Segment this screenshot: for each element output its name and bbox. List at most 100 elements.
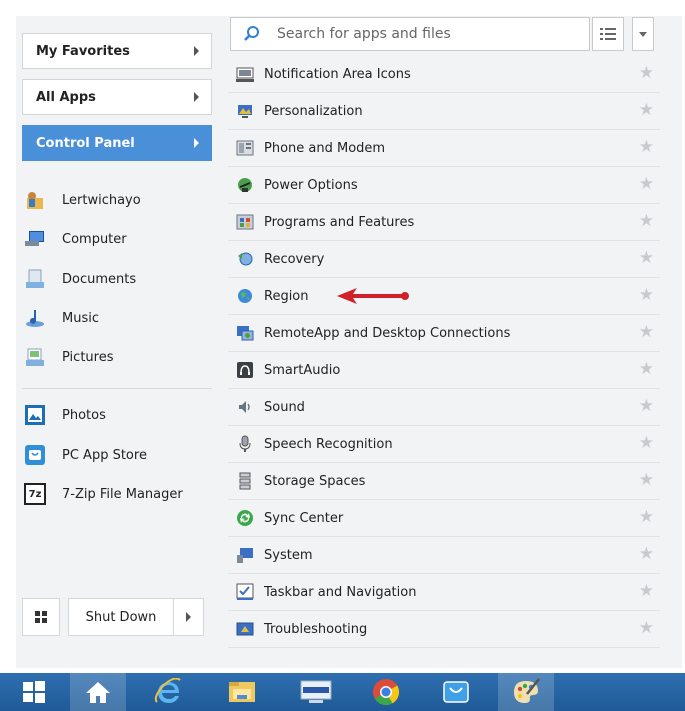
start-button[interactable] xyxy=(6,673,62,711)
taskbar-chrome-button[interactable] xyxy=(358,673,414,711)
list-item-label: Programs and Features xyxy=(264,214,415,230)
search-box xyxy=(230,17,590,51)
list-item-label: Sound xyxy=(264,399,305,415)
list-item-programs-and-features[interactable]: Programs and Features ★ xyxy=(228,204,660,241)
list-item-recovery[interactable]: Recovery ★ xyxy=(228,241,660,278)
place-documents[interactable]: Documents xyxy=(22,261,212,297)
all-apps-label: All Apps xyxy=(36,89,96,105)
list-item-label: Speech Recognition xyxy=(264,436,393,452)
app-photos[interactable]: Photos xyxy=(22,397,212,433)
app-label: Photos xyxy=(62,407,106,423)
file-explorer-icon xyxy=(229,682,255,702)
list-item-region[interactable]: Region ★ xyxy=(228,278,660,315)
programs-features-icon xyxy=(236,214,254,230)
chrome-icon xyxy=(373,679,400,706)
list-item-sync-center[interactable]: Sync Center ★ xyxy=(228,500,660,537)
app-label: 7-Zip File Manager xyxy=(62,486,183,502)
list-item-smartaudio[interactable]: SmartAudio ★ xyxy=(228,352,660,389)
arrow-right-icon xyxy=(194,92,199,102)
list-item-label: Sync Center xyxy=(264,510,344,526)
favorite-star-icon[interactable]: ★ xyxy=(639,361,654,378)
favorite-star-icon[interactable]: ★ xyxy=(639,324,654,341)
remoteapp-icon xyxy=(237,326,254,341)
favorite-star-icon[interactable]: ★ xyxy=(639,287,654,304)
system-icon xyxy=(237,548,253,563)
favorite-star-icon[interactable]: ★ xyxy=(639,435,654,452)
pictures-icon xyxy=(26,348,44,366)
list-item-label: Recovery xyxy=(264,251,325,267)
arrow-right-icon xyxy=(186,612,191,622)
list-item-speech-recognition[interactable]: Speech Recognition ★ xyxy=(228,426,660,463)
all-apps-grid-button[interactable] xyxy=(22,598,60,636)
user-folder-icon xyxy=(27,192,43,209)
list-item-remoteapp[interactable]: RemoteApp and Desktop Connections ★ xyxy=(228,315,660,352)
list-item-personalization[interactable]: Personalization ★ xyxy=(228,93,660,130)
search-input[interactable] xyxy=(275,25,579,43)
favorite-star-icon[interactable]: ★ xyxy=(639,176,654,193)
favorite-star-icon[interactable]: ★ xyxy=(639,583,654,600)
taskbar-lenovo-button[interactable] xyxy=(288,673,344,711)
list-item-notification-area-icons[interactable]: Notification Area Icons ★ xyxy=(228,56,660,93)
power-options-icon xyxy=(238,178,252,192)
place-user-folder[interactable]: Lertwichayo xyxy=(22,182,212,218)
favorite-star-icon[interactable]: ★ xyxy=(639,398,654,415)
recovery-icon xyxy=(238,252,253,266)
list-item-taskbar-and-navigation[interactable]: Taskbar and Navigation ★ xyxy=(228,574,660,611)
favorite-star-icon[interactable]: ★ xyxy=(639,250,654,267)
list-item-storage-spaces[interactable]: Storage Spaces ★ xyxy=(228,463,660,500)
shut-down-options-button[interactable] xyxy=(174,598,204,636)
taskbar-paint-button[interactable] xyxy=(498,673,554,711)
internet-explorer-icon xyxy=(154,678,181,703)
app-store-icon xyxy=(25,445,45,465)
control-panel-button[interactable]: Control Panel xyxy=(22,125,212,161)
favorite-star-icon[interactable]: ★ xyxy=(639,472,654,489)
favorite-star-icon[interactable]: ★ xyxy=(639,213,654,230)
shut-down-button[interactable]: Shut Down xyxy=(68,598,174,636)
place-pictures[interactable]: Pictures xyxy=(22,339,212,375)
app-pc-app-store[interactable]: PC App Store xyxy=(22,437,212,473)
photos-icon xyxy=(25,405,45,425)
music-icon xyxy=(26,310,44,327)
taskbar-home-button[interactable] xyxy=(70,673,126,711)
personalization-icon xyxy=(238,105,252,118)
favorite-star-icon[interactable]: ★ xyxy=(639,102,654,119)
favorite-star-icon[interactable]: ★ xyxy=(639,546,654,563)
chevron-down-icon xyxy=(639,31,647,37)
list-view-icon xyxy=(600,28,616,40)
storage-spaces-icon xyxy=(239,472,251,490)
list-item-phone-and-modem[interactable]: Phone and Modem ★ xyxy=(228,130,660,167)
list-item-label: System xyxy=(264,547,313,563)
favorite-star-icon[interactable]: ★ xyxy=(639,65,654,82)
store-icon xyxy=(443,681,469,703)
place-music[interactable]: Music xyxy=(22,300,212,336)
app-7zip[interactable]: 7z 7-Zip File Manager xyxy=(22,476,212,512)
list-item-sound[interactable]: Sound ★ xyxy=(228,389,660,426)
shutdown-bar: Shut Down xyxy=(22,598,204,636)
search-options-dropdown[interactable] xyxy=(632,17,654,51)
favorite-star-icon[interactable]: ★ xyxy=(639,509,654,526)
favorite-star-icon[interactable]: ★ xyxy=(639,139,654,156)
favorite-star-icon[interactable]: ★ xyxy=(639,620,654,637)
home-icon xyxy=(86,682,110,703)
list-item-label: Region xyxy=(264,288,309,304)
place-label: Music xyxy=(62,310,99,326)
my-favorites-button[interactable]: My Favorites xyxy=(22,33,212,69)
list-item-label: Notification Area Icons xyxy=(264,66,411,82)
list-item-label: Power Options xyxy=(264,177,358,193)
paint-icon xyxy=(514,678,540,703)
windows-start-icon xyxy=(23,681,45,703)
taskbar-ie-button[interactable] xyxy=(140,673,196,711)
list-item-system[interactable]: System ★ xyxy=(228,537,660,574)
view-mode-button[interactable] xyxy=(592,17,624,51)
list-item-troubleshooting[interactable]: Troubleshooting ★ xyxy=(228,611,660,648)
list-item-label: Troubleshooting xyxy=(264,621,368,637)
taskbar-explorer-button[interactable] xyxy=(214,673,270,711)
shut-down-label: Shut Down xyxy=(85,609,157,625)
control-panel-label: Control Panel xyxy=(36,135,135,151)
left-divider xyxy=(22,388,212,389)
taskbar-store-button[interactable] xyxy=(428,673,484,711)
list-item-power-options[interactable]: Power Options ★ xyxy=(228,167,660,204)
all-apps-button[interactable]: All Apps xyxy=(22,79,212,115)
place-computer[interactable]: Computer xyxy=(22,221,212,257)
7zip-icon: 7z xyxy=(24,483,46,505)
